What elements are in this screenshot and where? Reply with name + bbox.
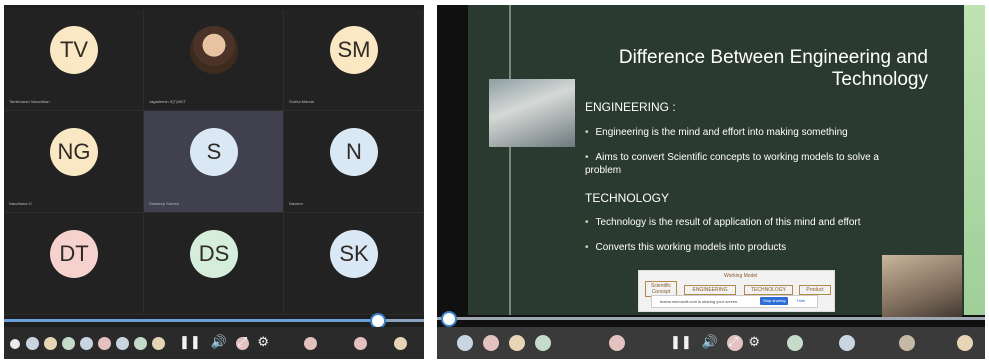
- presentation-slide: Difference Between Engineering and Techn…: [468, 5, 985, 320]
- participant-avatar: S: [190, 128, 238, 176]
- participant-grid: TV Tamilmaran Vasanthan Jagadeesh S(T)MCT S…: [4, 9, 424, 315]
- participant-tile[interactable]: TV Tamilmaran Vasanthan: [4, 9, 144, 111]
- gear-icon[interactable]: ⚙: [748, 334, 760, 350]
- left-seek-bar[interactable]: [4, 313, 424, 329]
- bullet-item: • Aims to convert Scientific concepts to …: [585, 152, 879, 176]
- volume-icon[interactable]: 🔊: [211, 334, 227, 350]
- expand-icon[interactable]: ⤢: [237, 334, 247, 350]
- participant-name: Jagadeesh S(T)MCT: [149, 99, 187, 104]
- bullet-text: Converts this working models into produc…: [595, 242, 787, 253]
- pause-icon[interactable]: ❚❚: [670, 334, 692, 350]
- diagram-box: TECHNOLOGY: [744, 285, 793, 295]
- bullet-item: • Technology is the result of application…: [585, 217, 861, 228]
- participant-avatar: TV: [50, 26, 98, 74]
- taskbar-dot: [10, 339, 20, 349]
- expand-icon[interactable]: ⤢: [728, 334, 738, 350]
- participant-tile[interactable]: SK: [284, 213, 424, 315]
- participant-avatar: SM: [330, 26, 378, 74]
- participant-name: Sandeep Suresh: [149, 201, 179, 206]
- diagram-box: Product: [799, 285, 831, 295]
- right-media-controls: ❚❚ 🔊 ⤢ ⚙: [670, 334, 760, 350]
- slide-title-line: Difference Between Engineering and: [618, 47, 928, 68]
- participant-tile[interactable]: NG Nandhana G: [4, 111, 144, 213]
- presenter-video-thumbnail: [882, 255, 962, 320]
- slide-title: Difference Between Engineering and Techn…: [618, 47, 928, 91]
- taskbar-dot: [116, 337, 129, 350]
- hide-button[interactable]: Hide: [794, 297, 808, 305]
- taskbar-dot: [44, 337, 57, 350]
- technology-heading: TECHNOLOGY: [585, 191, 670, 205]
- engineering-heading: ENGINEERING :: [585, 100, 676, 114]
- speaker-video-thumbnail: [489, 79, 575, 147]
- taskbar-dot: [394, 337, 407, 350]
- bullet-text: Technology is the result of application …: [595, 217, 861, 228]
- left-taskbar: ❚❚ 🔊 ⤢ ⚙: [4, 327, 424, 359]
- participant-avatar: N: [330, 128, 378, 176]
- participant-avatar: SK: [330, 230, 378, 278]
- participant-tile[interactable]: N Naveen: [284, 111, 424, 213]
- participant-tile[interactable]: DT: [4, 213, 144, 315]
- pause-icon[interactable]: ❚❚: [179, 334, 201, 350]
- taskbar-dot: [26, 337, 39, 350]
- participant-tile[interactable]: SM Sudha Manda: [284, 9, 424, 111]
- taskbar-dot: [354, 337, 367, 350]
- diagram-label: Working Model: [724, 273, 758, 279]
- taskbar-dot: [509, 335, 525, 351]
- share-text: teams.microsoft.com is sharing your scre…: [660, 299, 739, 304]
- taskbar-dot: [609, 335, 625, 351]
- slide-divider: [509, 5, 511, 315]
- bullet-text: Aims to convert Scientific concepts to w…: [585, 152, 879, 176]
- participant-tile[interactable]: DS: [144, 213, 284, 315]
- left-video-panel: TV Tamilmaran Vasanthan Jagadeesh S(T)MCT S…: [4, 5, 424, 359]
- participant-tile[interactable]: S Sandeep Suresh: [144, 111, 284, 213]
- taskbar-dot: [80, 337, 93, 350]
- participant-name: Sudha Manda: [289, 99, 314, 104]
- left-seek-fill: [4, 319, 376, 322]
- taskbar-dot: [98, 337, 111, 350]
- right-seek-bar[interactable]: [437, 311, 985, 327]
- participant-avatar: NG: [50, 128, 98, 176]
- gear-icon[interactable]: ⚙: [257, 334, 269, 350]
- participant-photo: [190, 26, 238, 74]
- taskbar-dot: [899, 335, 915, 351]
- taskbar-dot: [839, 335, 855, 351]
- taskbar-dot: [787, 335, 803, 351]
- process-diagram: Scientific Concept Working Model ENGINEE…: [638, 270, 835, 312]
- participant-name: Nandhana G: [9, 201, 32, 206]
- participant-name: Naveen: [289, 201, 303, 206]
- screen-share-bar: teams.microsoft.com is sharing your scre…: [651, 295, 818, 308]
- bullet-item: • Engineering is the mind and effort into…: [585, 127, 848, 138]
- participant-name: Tamilmaran Vasanthan: [9, 99, 50, 104]
- taskbar-dot: [457, 335, 473, 351]
- diagram-box: ENGINEERING: [684, 285, 736, 295]
- right-video-panel: Difference Between Engineering and Techn…: [437, 5, 985, 359]
- right-seek-handle[interactable]: [441, 311, 457, 327]
- slide-accent-bar: [964, 5, 985, 315]
- bullet-item: • Converts this working models into produ…: [585, 242, 787, 253]
- bullet-text: Engineering is the mind and effort into …: [595, 127, 848, 138]
- taskbar-dot: [304, 337, 317, 350]
- taskbar-dot: [535, 335, 551, 351]
- volume-icon[interactable]: 🔊: [702, 334, 718, 350]
- taskbar-dot: [152, 337, 165, 350]
- right-taskbar: ❚❚ 🔊 ⤢ ⚙: [437, 327, 985, 359]
- slide-title-line: Technology: [831, 69, 928, 90]
- participant-avatar: DS: [190, 230, 238, 278]
- taskbar-dot: [62, 337, 75, 350]
- taskbar-dot: [957, 335, 973, 351]
- taskbar-dot: [483, 335, 499, 351]
- stop-sharing-button[interactable]: Stop sharing: [760, 297, 789, 305]
- taskbar-dot: [134, 337, 147, 350]
- participant-tile[interactable]: Jagadeesh S(T)MCT: [144, 9, 284, 111]
- left-media-controls: ❚❚ 🔊 ⤢ ⚙: [179, 334, 269, 350]
- participant-avatar: DT: [50, 230, 98, 278]
